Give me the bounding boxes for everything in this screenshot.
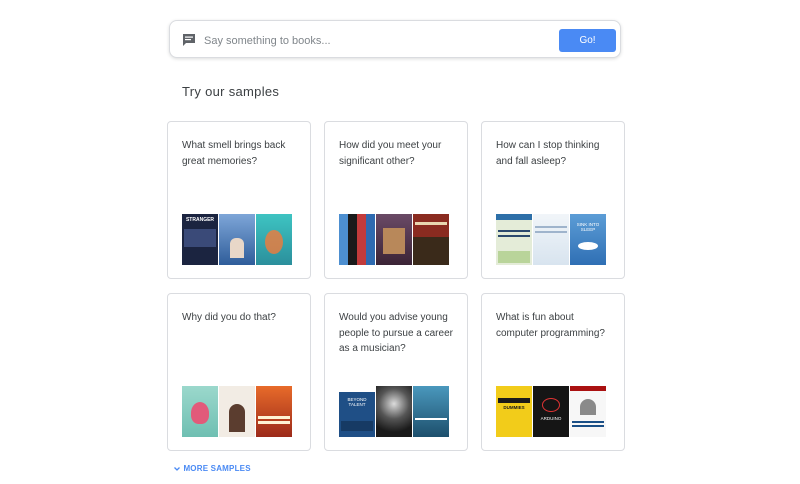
book-cover <box>376 214 412 265</box>
book-cover <box>376 386 412 437</box>
sample-card[interactable]: Why did you do that? <box>167 293 311 451</box>
book-covers: DUMMIES ARDUINO <box>496 386 606 437</box>
search-bar: Go! <box>169 20 621 58</box>
book-cover: BEYOND TALENT <box>339 386 375 437</box>
more-samples-label: MORE SAMPLES <box>183 464 251 473</box>
book-cover <box>256 386 292 437</box>
book-cover <box>570 386 606 437</box>
book-covers: STRANGER <box>182 214 292 265</box>
card-question: How did you meet your significant other? <box>339 140 442 167</box>
book-covers <box>182 386 292 437</box>
book-cover: STRANGER <box>182 214 218 265</box>
book-covers: BEYOND TALENT <box>339 386 449 437</box>
samples-heading: Try our samples <box>182 84 280 99</box>
card-question: What smell brings back great memories? <box>182 140 286 167</box>
book-covers <box>339 214 449 265</box>
search-input[interactable] <box>202 30 546 52</box>
book-cover: ARDUINO <box>533 386 569 437</box>
book-cover: DUMMIES <box>496 386 532 437</box>
book-cover <box>219 214 255 265</box>
more-samples-link[interactable]: MORE SAMPLES <box>173 464 251 473</box>
card-question: How can I stop thinking and fall asleep? <box>496 140 600 167</box>
book-cover <box>256 214 292 265</box>
book-cover: SINK INTO SLEEP <box>570 214 606 265</box>
card-question: Why did you do that? <box>182 312 276 323</box>
sample-card[interactable]: How did you meet your significant other? <box>324 121 468 279</box>
sample-card[interactable]: What is fun about computer programming? … <box>481 293 625 451</box>
chat-bubble-icon <box>183 34 195 46</box>
go-button[interactable]: Go! <box>559 29 616 52</box>
book-cover <box>219 386 255 437</box>
book-cover <box>533 214 569 265</box>
chevron-down-icon <box>174 466 180 471</box>
book-covers: SINK INTO SLEEP <box>496 214 606 265</box>
card-question: What is fun about computer programming? <box>496 312 605 339</box>
sample-card[interactable]: Would you advise young people to pursue … <box>324 293 468 451</box>
sample-card[interactable]: How can I stop thinking and fall asleep?… <box>481 121 625 279</box>
card-question: Would you advise young people to pursue … <box>339 312 453 354</box>
book-cover <box>496 214 532 265</box>
book-cover <box>182 386 218 437</box>
book-cover <box>413 214 449 265</box>
book-cover <box>339 214 375 265</box>
sample-card[interactable]: What smell brings back great memories? S… <box>167 121 311 279</box>
book-cover <box>413 386 449 437</box>
